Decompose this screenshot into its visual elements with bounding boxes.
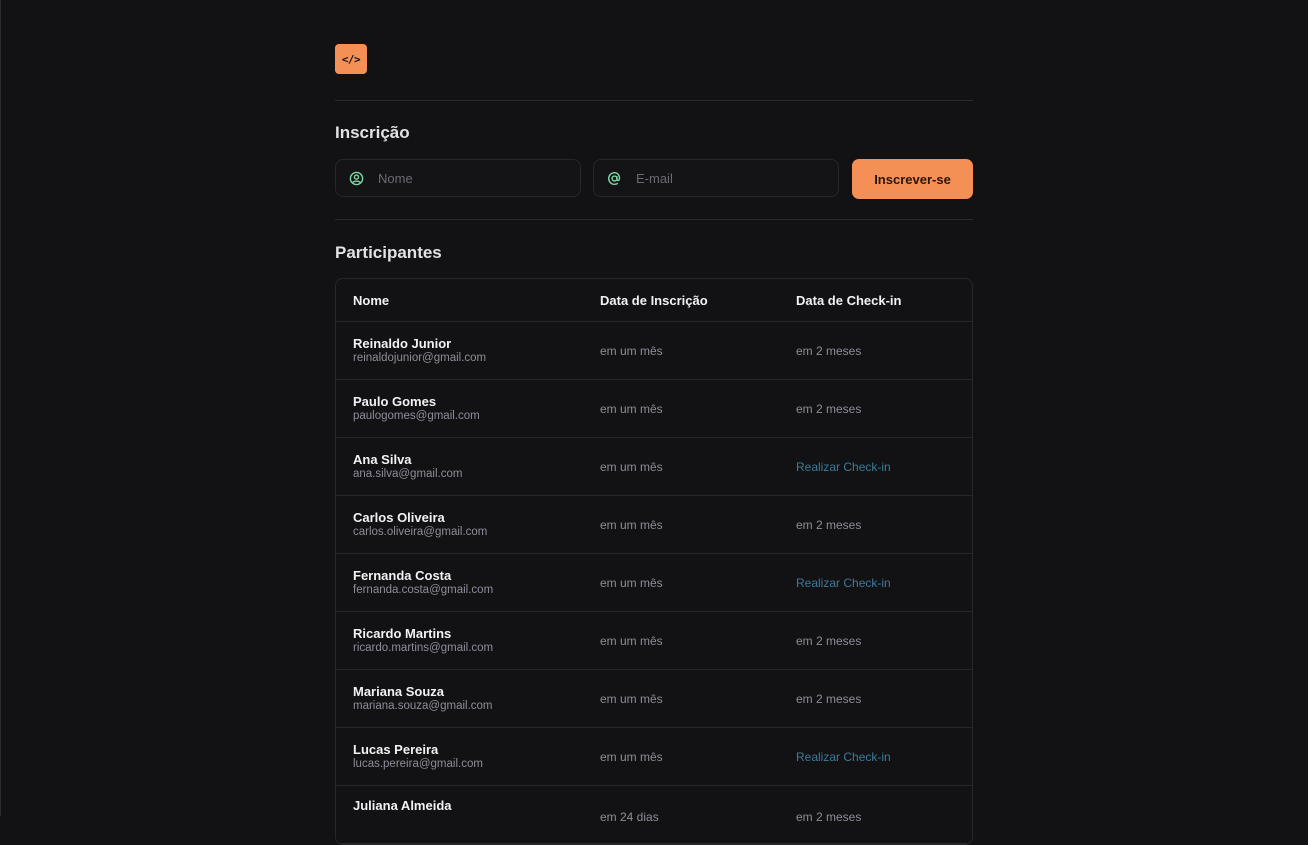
column-header-checkin-date: Data de Check-in <box>796 293 901 308</box>
participants-title: Participantes <box>335 243 442 263</box>
participant-name: Carlos Oliveira <box>353 510 487 525</box>
checkin-action-link[interactable]: Realizar Check-in <box>796 576 891 590</box>
participant-email: fernanda.costa@gmail.com <box>353 583 493 597</box>
participant-email: ricardo.martins@gmail.com <box>353 641 493 655</box>
participant-email: paulogomes@gmail.com <box>353 409 480 423</box>
participant-cell: Ricardo Martins ricardo.martins@gmail.co… <box>353 626 493 655</box>
participant-name: Paulo Gomes <box>353 394 480 409</box>
subscribe-button[interactable]: Inscrever-se <box>852 159 973 199</box>
table-row: Ricardo Martins ricardo.martins@gmail.co… <box>336 612 972 670</box>
participant-email: carlos.oliveira@gmail.com <box>353 525 487 539</box>
participant-name: Ana Silva <box>353 452 462 467</box>
checkin-date: em 2 meses <box>796 692 861 706</box>
signup-title: Inscrição <box>335 123 410 143</box>
participant-email: reinaldojunior@gmail.com <box>353 351 486 365</box>
table-row: Lucas Pereira lucas.pereira@gmail.com em… <box>336 728 972 786</box>
subscription-date: em um mês <box>600 460 663 474</box>
email-field[interactable] <box>593 159 839 197</box>
subscription-date: em um mês <box>600 518 663 532</box>
name-field[interactable] <box>335 159 581 197</box>
subscription-date: em um mês <box>600 692 663 706</box>
table-row: Fernanda Costa fernanda.costa@gmail.com … <box>336 554 972 612</box>
participant-cell: Ana Silva ana.silva@gmail.com <box>353 452 462 481</box>
checkin-date: em 2 meses <box>796 344 861 358</box>
user-circle-icon <box>348 170 364 186</box>
checkin-action-link[interactable]: Realizar Check-in <box>796 460 891 474</box>
section-divider <box>335 219 973 220</box>
table-row: Juliana Almeida em 24 dias em 2 meses <box>336 786 972 844</box>
participants-table: Nome Data de Inscrição Data de Check-in … <box>335 278 973 845</box>
participant-cell: Reinaldo Junior reinaldojunior@gmail.com <box>353 336 486 365</box>
checkin-date: em 2 meses <box>796 518 861 532</box>
logo-code-icon: </> <box>342 53 360 66</box>
participant-cell: Paulo Gomes paulogomes@gmail.com <box>353 394 480 423</box>
participant-cell: Juliana Almeida <box>353 798 452 813</box>
page-edge <box>0 0 1 816</box>
checkin-date: em 2 meses <box>796 634 861 648</box>
participant-email: mariana.souza@gmail.com <box>353 699 493 713</box>
subscription-date: em um mês <box>600 402 663 416</box>
participant-name: Mariana Souza <box>353 684 493 699</box>
participant-email: ana.silva@gmail.com <box>353 467 462 481</box>
subscription-date: em um mês <box>600 344 663 358</box>
table-row: Paulo Gomes paulogomes@gmail.com em um m… <box>336 380 972 438</box>
name-input[interactable] <box>376 170 560 187</box>
subscription-date: em um mês <box>600 576 663 590</box>
logo: </> <box>335 44 367 74</box>
column-header-name: Nome <box>353 293 389 308</box>
participant-cell: Carlos Oliveira carlos.oliveira@gmail.co… <box>353 510 487 539</box>
table-row: Mariana Souza mariana.souza@gmail.com em… <box>336 670 972 728</box>
participant-name: Reinaldo Junior <box>353 336 486 351</box>
participant-name: Lucas Pereira <box>353 742 483 757</box>
checkin-date: em 2 meses <box>796 402 861 416</box>
subscription-date: em 24 dias <box>600 810 659 824</box>
participant-cell: Mariana Souza mariana.souza@gmail.com <box>353 684 493 713</box>
participant-name: Fernanda Costa <box>353 568 493 583</box>
table-header: Nome Data de Inscrição Data de Check-in <box>336 279 972 322</box>
column-header-subscription-date: Data de Inscrição <box>600 293 708 308</box>
participant-name: Ricardo Martins <box>353 626 493 641</box>
subscription-date: em um mês <box>600 750 663 764</box>
participant-name: Juliana Almeida <box>353 798 452 813</box>
table-row: Reinaldo Junior reinaldojunior@gmail.com… <box>336 322 972 380</box>
participant-cell: Fernanda Costa fernanda.costa@gmail.com <box>353 568 493 597</box>
participant-email: lucas.pereira@gmail.com <box>353 757 483 771</box>
email-input[interactable] <box>634 170 818 187</box>
checkin-action-link[interactable]: Realizar Check-in <box>796 750 891 764</box>
at-sign-icon <box>606 170 622 186</box>
table-row: Ana Silva ana.silva@gmail.com em um mês … <box>336 438 972 496</box>
subscription-date: em um mês <box>600 634 663 648</box>
table-row: Carlos Oliveira carlos.oliveira@gmail.co… <box>336 496 972 554</box>
checkin-date: em 2 meses <box>796 810 861 824</box>
header-divider <box>335 100 973 101</box>
participant-cell: Lucas Pereira lucas.pereira@gmail.com <box>353 742 483 771</box>
